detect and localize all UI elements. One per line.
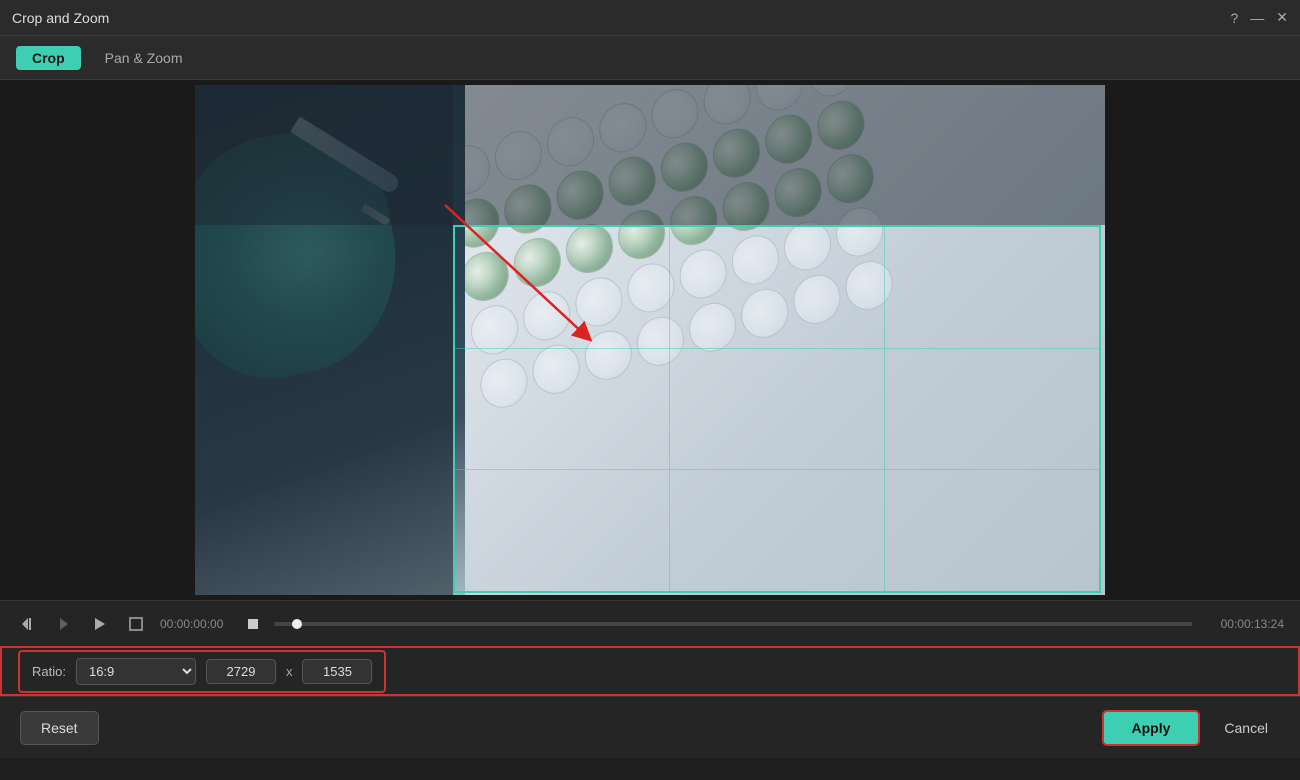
action-bar: Reset Apply Cancel <box>0 696 1300 758</box>
title-bar-controls: ? — ✕ <box>1230 9 1288 26</box>
ratio-bar: Ratio: 16:9 4:3 1:1 9:16 Custom x <box>0 646 1300 696</box>
app-title: Crop and Zoom <box>12 10 109 26</box>
grid-line-h1 <box>455 348 1099 349</box>
reset-button[interactable]: Reset <box>20 711 99 745</box>
step-forward-button[interactable] <box>52 612 76 636</box>
tab-pan-zoom[interactable]: Pan & Zoom <box>89 46 199 70</box>
ratio-section: Ratio: 16:9 4:3 1:1 9:16 Custom x <box>18 650 386 693</box>
title-bar-left: Crop and Zoom <box>12 10 109 26</box>
grid-line-v1 <box>669 227 670 591</box>
tab-crop[interactable]: Crop <box>16 46 81 70</box>
end-time: 00:00:13:24 <box>1204 617 1284 631</box>
ratio-x-label: x <box>286 664 293 679</box>
tab-bar: Crop Pan & Zoom <box>0 36 1300 80</box>
grid-line-v2 <box>884 227 885 591</box>
grid-line-h2 <box>455 469 1099 470</box>
ratio-label: Ratio: <box>32 664 66 679</box>
video-area <box>0 80 1300 600</box>
crop-grid <box>455 227 1099 591</box>
playhead-dot <box>248 619 258 629</box>
crop-frame-button[interactable] <box>124 612 148 636</box>
ratio-select[interactable]: 16:9 4:3 1:1 9:16 Custom <box>76 658 196 685</box>
timeline-thumb[interactable] <box>292 619 302 629</box>
ratio-height-input[interactable] <box>302 659 372 684</box>
timeline-track[interactable] <box>274 622 1192 626</box>
minimize-icon[interactable]: — <box>1250 10 1264 26</box>
apply-button[interactable]: Apply <box>1102 710 1201 746</box>
help-icon[interactable]: ? <box>1230 10 1238 26</box>
close-icon[interactable]: ✕ <box>1276 9 1288 26</box>
title-bar: Crop and Zoom ? — ✕ <box>0 0 1300 36</box>
current-time: 00:00:00:00 <box>160 617 240 631</box>
rewind-button[interactable] <box>16 612 40 636</box>
crop-selection-box[interactable] <box>453 225 1101 593</box>
ratio-width-input[interactable] <box>206 659 276 684</box>
action-buttons-right: Apply Cancel <box>1102 710 1280 746</box>
playback-bar: 00:00:00:00 00:00:13:24 <box>0 600 1300 646</box>
video-canvas <box>195 85 1105 595</box>
play-button[interactable] <box>88 612 112 636</box>
outside-overlay-top <box>195 85 1105 225</box>
crop-content <box>455 227 1099 591</box>
cancel-button[interactable]: Cancel <box>1212 712 1280 744</box>
